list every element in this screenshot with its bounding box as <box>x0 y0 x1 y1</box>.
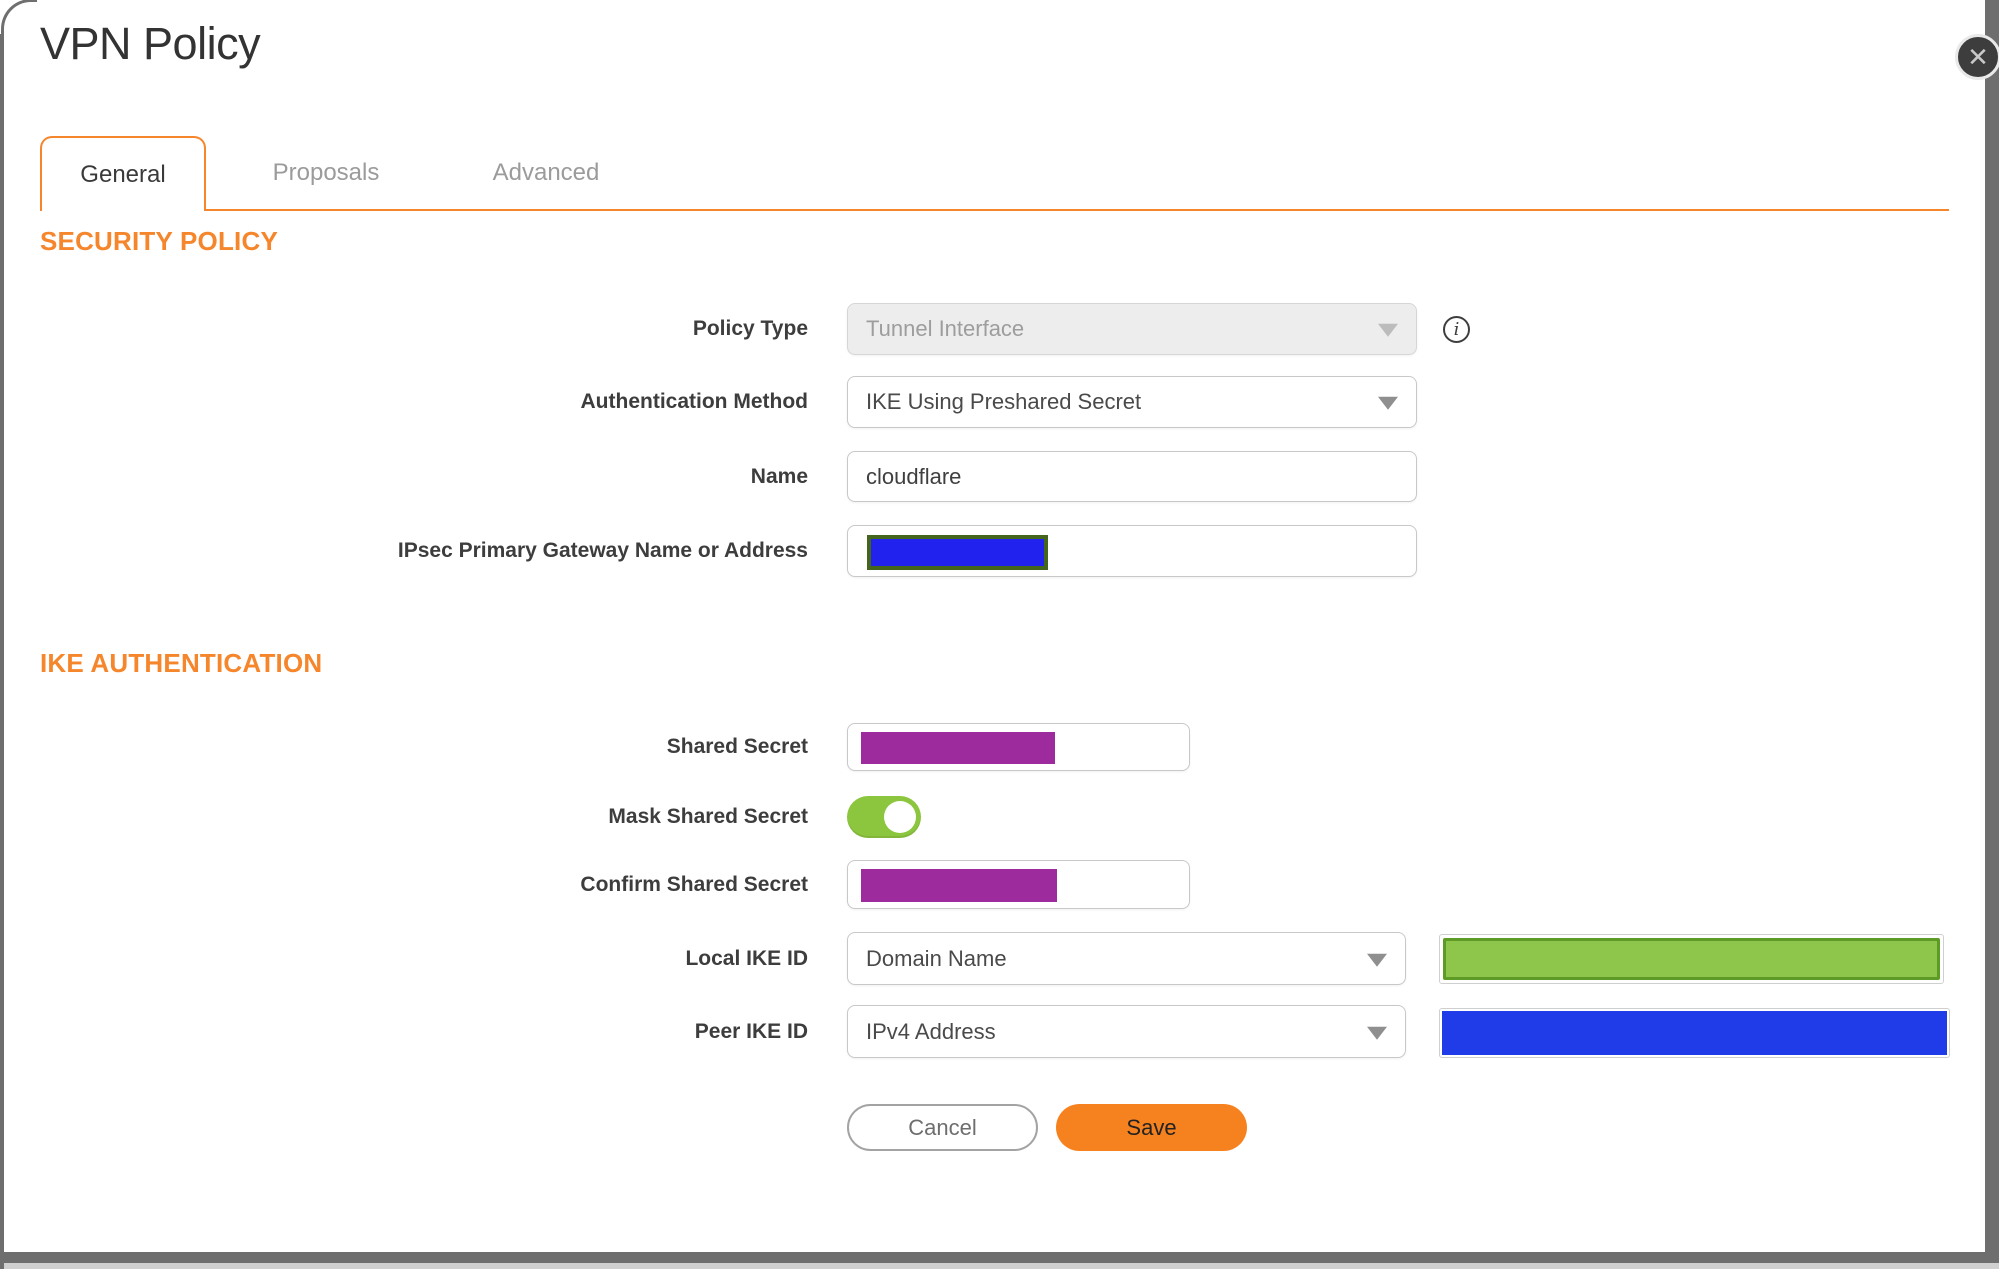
close-icon: ✕ <box>1967 42 1989 72</box>
vpn-policy-dialog: VPN Policy General Proposals Advanced SE… <box>1 0 1985 1252</box>
row-shared-secret: Shared Secret <box>4 723 1985 771</box>
mask-shared-secret-toggle[interactable] <box>847 796 921 838</box>
toggle-knob <box>884 801 916 833</box>
chevron-down-icon <box>1378 323 1398 337</box>
name-label: Name <box>750 464 808 488</box>
dialog-title: VPN Policy <box>40 18 261 69</box>
close-button[interactable]: ✕ <box>1955 34 1999 80</box>
tab-bar: General Proposals Advanced <box>40 136 1949 211</box>
page-background-bottom <box>0 1252 1999 1263</box>
cancel-button[interactable]: Cancel <box>847 1104 1038 1151</box>
peer-ike-id-select[interactable]: IPv4 Address <box>847 1005 1406 1058</box>
page-background-right <box>1985 0 1999 1269</box>
row-authentication-method: Authentication Method IKE Using Preshare… <box>4 376 1985 428</box>
name-input[interactable]: cloudflare <box>847 451 1417 502</box>
section-heading-ike-authentication: IKE AUTHENTICATION <box>40 648 323 678</box>
save-button[interactable]: Save <box>1056 1104 1247 1151</box>
local-ike-id-select[interactable]: Domain Name <box>847 932 1406 985</box>
name-value: cloudflare <box>866 463 962 489</box>
mask-shared-secret-label: Mask Shared Secret <box>608 805 808 828</box>
local-ike-id-redacted-value <box>1443 938 1940 980</box>
gateway-input[interactable] <box>847 525 1417 577</box>
chevron-down-icon <box>1367 1026 1387 1040</box>
confirm-shared-secret-redacted-value <box>861 869 1057 902</box>
policy-type-label: Policy Type <box>692 317 808 340</box>
peer-ike-id-label: Peer IKE ID <box>694 1019 808 1043</box>
local-ike-id-label: Local IKE ID <box>685 946 808 970</box>
page-background-bottom-edge <box>0 1263 1999 1269</box>
authentication-method-value: IKE Using Preshared Secret <box>866 389 1142 414</box>
peer-ike-id-value: IPv4 Address <box>866 1018 996 1044</box>
gateway-redacted-value <box>867 535 1048 570</box>
row-confirm-shared-secret: Confirm Shared Secret <box>4 860 1985 909</box>
dialog-corner-border <box>1 0 37 35</box>
row-name: Name cloudflare <box>4 451 1985 502</box>
tab-general[interactable]: General <box>40 136 206 211</box>
row-local-ike-id: Local IKE ID Domain Name <box>4 932 1985 985</box>
chevron-down-icon <box>1367 953 1387 967</box>
peer-ike-id-redacted-value <box>1442 1011 1947 1055</box>
row-actions: Cancel Save <box>4 1104 1985 1151</box>
policy-type-select[interactable]: Tunnel Interface <box>847 303 1417 355</box>
shared-secret-redacted-value <box>861 732 1055 764</box>
policy-type-value: Tunnel Interface <box>866 316 1025 341</box>
peer-ike-id-field[interactable] <box>1439 1008 1950 1058</box>
local-ike-id-field[interactable] <box>1439 934 1944 984</box>
row-policy-type: Policy Type Tunnel Interface i <box>4 303 1985 355</box>
local-ike-id-value: Domain Name <box>866 945 1007 971</box>
authentication-method-select[interactable]: IKE Using Preshared Secret <box>847 376 1417 428</box>
section-heading-security-policy: SECURITY POLICY <box>40 226 279 256</box>
confirm-shared-secret-label: Confirm Shared Secret <box>580 872 808 896</box>
gateway-label: IPsec Primary Gateway Name or Address <box>397 539 808 562</box>
info-icon[interactable]: i <box>1443 315 1470 343</box>
authentication-method-label: Authentication Method <box>580 390 808 413</box>
tab-proposals[interactable]: Proposals <box>206 136 446 209</box>
row-mask-shared-secret: Mask Shared Secret <box>4 796 1985 838</box>
shared-secret-label: Shared Secret <box>666 735 808 758</box>
confirm-shared-secret-input[interactable] <box>847 860 1190 909</box>
tab-advanced[interactable]: Advanced <box>446 136 646 209</box>
chevron-down-icon <box>1378 396 1398 410</box>
row-gateway: IPsec Primary Gateway Name or Address <box>4 525 1985 577</box>
shared-secret-input[interactable] <box>847 723 1190 771</box>
row-peer-ike-id: Peer IKE ID IPv4 Address <box>4 1005 1985 1058</box>
